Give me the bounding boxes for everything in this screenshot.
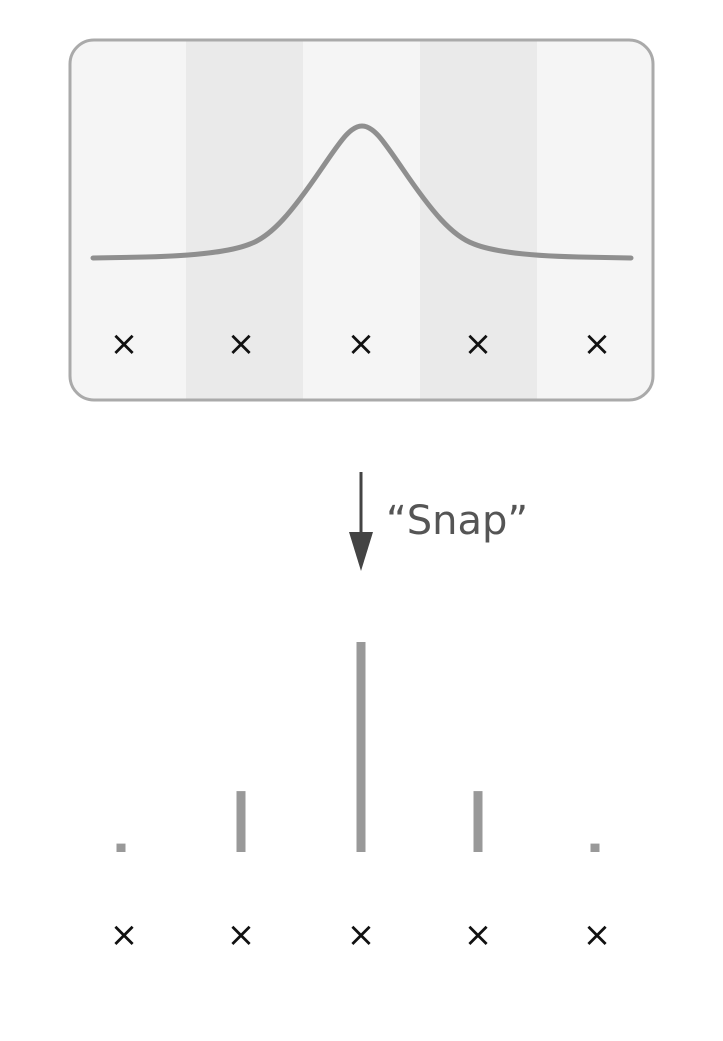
snap-diagram: × × × × × “Snap” × × × × × [68,38,655,955]
grid-point-marker: × [227,324,256,364]
snapped-weight-bar [236,791,246,852]
grid-point-marker: × [583,915,612,955]
snapped-weight-bar [473,791,483,852]
snap-arrow-head [349,532,373,571]
continuous-panel: × × × × × [68,38,655,402]
grid-point-marker: × [227,915,256,955]
grid-point-marker: × [110,324,139,364]
grid-point-marker: × [347,915,376,955]
grid-point-marker: × [464,915,493,955]
grid-point-marker: × [583,324,612,364]
grid-point-marker: × [464,324,493,364]
snapped-weight-bar [116,843,126,852]
snap-arrow-group: “Snap” [349,472,528,571]
grid-point-marker: × [347,324,376,364]
bottom-grid-markers: × × × × × [110,915,612,955]
snapped-weight-bar [590,843,600,852]
grid-point-marker: × [110,915,139,955]
snapped-weight-bar [356,642,366,852]
snapped-bars [116,642,600,852]
snap-label: “Snap” [386,498,528,544]
